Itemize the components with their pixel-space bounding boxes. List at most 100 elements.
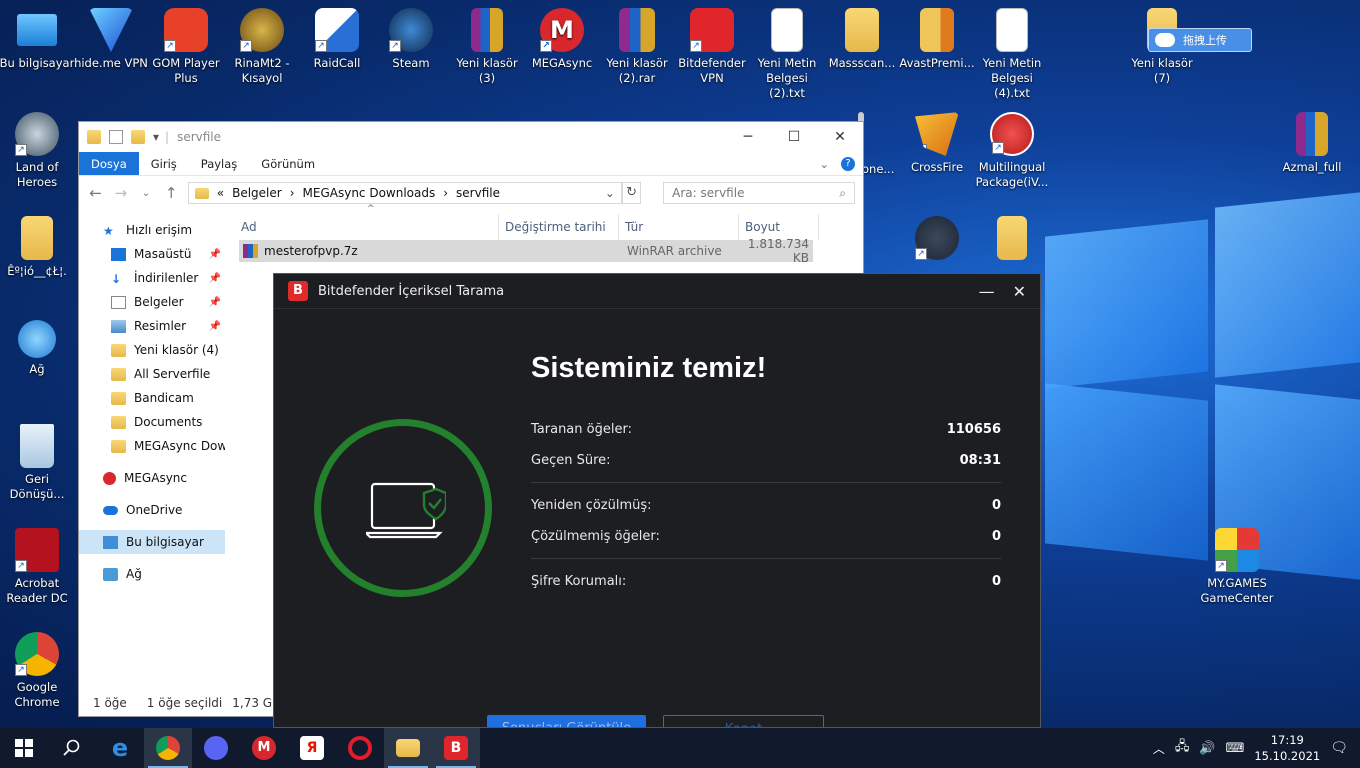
tab-file[interactable]: Dosya [79,152,139,175]
close-button[interactable]: ✕ [817,129,863,145]
desktop-icon-massscan[interactable]: Massscan... [822,8,902,71]
taskbar-yandex[interactable]: Я [288,728,336,768]
address-dropdown-icon[interactable]: ⌄ [605,186,615,200]
address-bar[interactable]: « Belgeler › MEGAsync Downloads › servfi… [187,182,622,204]
pin-icon[interactable]: 📌 [209,321,221,332]
nav-documents[interactable]: Belgeler 📌 [79,290,225,314]
nav-documents-folder[interactable]: Documents [79,410,225,434]
nav-new-folder-4[interactable]: Yeni klasör (4)📌 [79,338,225,362]
up-arrow-icon[interactable]: ↑ [163,184,180,202]
pin-icon[interactable]: 📌 [209,273,221,284]
refresh-icon[interactable]: ↻ [621,182,642,204]
breadcrumb-separator[interactable]: › [290,186,295,200]
close-button[interactable]: ✕ [1013,282,1026,301]
desktop-icon-steam[interactable]: ↗ Steam [371,8,451,71]
properties-icon[interactable] [109,130,123,144]
quick-access-dropdown-icon[interactable]: ▾ [153,130,159,144]
search-button[interactable] [48,728,96,768]
close-scan-button[interactable]: Kapat [663,715,824,727]
nav-bandicam[interactable]: Bandicam [79,386,225,410]
new-folder-icon[interactable] [131,130,145,144]
desktop-icon-partial[interactable]: one... [858,112,908,176]
tab-view[interactable]: Görünüm [249,152,327,175]
taskbar-edge[interactable]: e [96,728,144,768]
desktop-icon-this-pc[interactable]: Bu bilgisayar [0,8,77,71]
start-button[interactable] [0,728,48,768]
breadcrumb-megasync-downloads[interactable]: MEGAsync Downloads [303,186,436,200]
minimize-button[interactable]: — [979,282,995,301]
bitdefender-scan-window[interactable]: B Bitdefender İçeriksel Tarama — ✕ Siste… [273,273,1041,728]
desktop-icon-acrobat[interactable]: ↗ Acrobat Reader DC [0,528,77,606]
desktop-icon-megasync[interactable]: M ↗ MEGAsync [522,8,602,71]
desktop-icon-raidcall[interactable]: ↗ RaidCall [297,8,377,71]
desktop-icon-recycle-bin[interactable]: Geri Dönüşü... [0,424,77,502]
column-date-modified[interactable]: Değiştirme tarihi [499,214,619,240]
breadcrumb-overflow[interactable]: « [217,186,224,200]
nav-desktop[interactable]: Masaüstü 📌 [79,242,225,266]
desktop-icon-gom-player[interactable]: ↗ GOM Player Plus [146,8,226,86]
desktop-icon-rinamt2[interactable]: ↗ RinaMt2 - Kısayol [222,8,302,86]
desktop-icon-crossfire[interactable]: ↗ CrossFire [897,112,977,175]
explorer-titlebar[interactable]: ▾ | servfile ─ ☐ ✕ [79,122,863,152]
nav-megasync-downloads[interactable]: MEGAsync Down [79,434,225,458]
taskbar-bitdefender[interactable]: B [432,728,480,768]
recent-locations-icon[interactable]: ⌄ [137,188,154,199]
ribbon-expand-icon[interactable]: ⌄ [807,152,841,175]
desktop-icon-garbled-file[interactable]: Êº¦ió__¢Ł¦. [0,216,77,279]
minimize-button[interactable]: ─ [725,129,771,145]
maximize-button[interactable]: ☐ [771,129,817,145]
back-arrow-icon[interactable]: ← [87,184,104,202]
nav-all-serverfile[interactable]: All Serverfile [79,362,225,386]
taskbar-chrome[interactable] [144,728,192,768]
column-name[interactable]: Ad [225,214,499,240]
breadcrumb-belgeler[interactable]: Belgeler [232,186,282,200]
nav-quick-access[interactable]: ★ Hızlı erişim [79,218,225,242]
help-icon[interactable]: ? [841,157,855,171]
tab-share[interactable]: Paylaş [189,152,250,175]
desktop-icon-land-of-heroes[interactable]: ↗ Land of Heroes [0,112,77,190]
bitdefender-titlebar[interactable]: B Bitdefender İçeriksel Tarama — ✕ [274,274,1040,308]
desktop-icon-folder-partial[interactable] [972,216,1052,264]
desktop-icon-google-chrome[interactable]: ↗ Google Chrome [0,632,77,710]
nav-this-pc[interactable]: Bu bilgisayar [79,530,225,554]
desktop-icon-azmal-full[interactable]: Azmal_full [1272,112,1352,175]
desktop-icon-new-folder-2-rar[interactable]: Yeni klasör (2).rar [597,8,677,86]
desktop-icon-hideme-vpn[interactable]: hide.me VPN [71,8,151,71]
forward-arrow-icon[interactable]: → [112,184,129,202]
upload-badge[interactable]: 拖拽上传 [1148,28,1252,52]
nav-onedrive[interactable]: OneDrive [79,498,225,522]
taskbar-mega[interactable]: M [240,728,288,768]
pin-icon[interactable]: 📌 [209,249,221,260]
volume-icon[interactable]: 🔊 [1199,741,1215,756]
desktop-icon-avast[interactable]: AvastPremi... [897,8,977,71]
nav-megasync[interactable]: MEGAsync [79,466,225,490]
taskbar-file-explorer[interactable] [384,728,432,768]
column-type[interactable]: Tür [619,214,739,240]
breadcrumb-servfile[interactable]: servfile [456,186,500,200]
table-row[interactable]: mesterofpvp.7z WinRAR archive 1.818.734 … [239,237,813,265]
desktop-icon-teamspeak[interactable]: ↗ [897,216,977,264]
nav-downloads[interactable]: ↓ İndirilenler 📌 [79,266,225,290]
desktop-icon-network[interactable]: Ağ [0,320,77,377]
desktop-icon-mygames[interactable]: ↗ MY.GAMES GameCenter [1197,528,1277,606]
taskbar-opera[interactable] [336,728,384,768]
stat-value: 110656 [946,422,1001,437]
network-icon[interactable]: 🖧 [1175,737,1190,759]
desktop-icon-text-file-4[interactable]: Yeni Metin Belgesi (4).txt [972,8,1052,101]
desktop-icon-bitdefender-vpn[interactable]: ↗ Bitdefender VPN [672,8,752,86]
nav-network[interactable]: Ağ [79,562,225,586]
breadcrumb-separator[interactable]: › [443,186,448,200]
notifications-icon[interactable]: 🗨 [1330,740,1348,756]
search-input[interactable]: Ara: servfile ⌕ [663,182,855,204]
keyboard-icon[interactable]: ⌨ [1226,741,1245,756]
show-hidden-icons-icon[interactable]: ︿ [1153,740,1165,757]
desktop-icon-new-folder-3[interactable]: Yeni klasör (3) [447,8,527,86]
desktop-icon-text-file-2[interactable]: Yeni Metin Belgesi (2).txt [747,8,827,101]
pin-icon[interactable]: 📌 [209,297,221,308]
nav-pictures[interactable]: Resimler 📌 [79,314,225,338]
view-results-button[interactable]: Sonuçları Görüntüle [487,715,646,727]
tab-home[interactable]: Giriş [139,152,189,175]
desktop-icon-multilingual[interactable]: ↗ Multilingual Package(iV... [972,112,1052,190]
taskbar-discord[interactable] [192,728,240,768]
clock[interactable]: 17:19 15.10.2021 [1254,732,1320,764]
